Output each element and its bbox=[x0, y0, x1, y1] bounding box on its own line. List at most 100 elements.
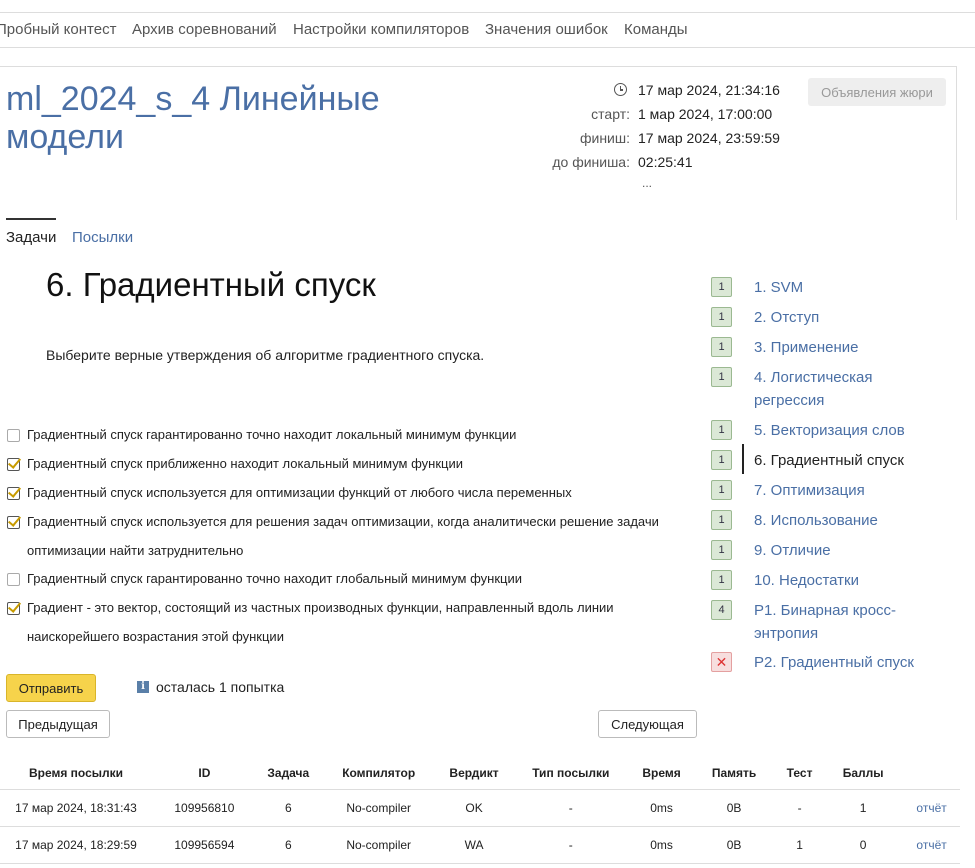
option-label[interactable]: Градиент - это вектор, состоящий из част… bbox=[27, 593, 677, 651]
col-id: ID bbox=[198, 766, 211, 780]
current-problem-marker bbox=[742, 444, 744, 474]
problem-link[interactable]: 2. Отступ bbox=[754, 306, 954, 329]
nav-error-codes[interactable]: Значения ошибок bbox=[485, 21, 608, 38]
cell-task: 6 bbox=[256, 826, 320, 864]
col-submit-time: Время посылки bbox=[28, 766, 124, 780]
cell-score: 1 bbox=[823, 789, 904, 827]
active-tab-indicator bbox=[6, 218, 56, 220]
checkbox-checked[interactable] bbox=[7, 602, 20, 615]
cell-submit-time: 17 мар 2024, 18:31:43 bbox=[0, 789, 152, 827]
problem-link[interactable]: P1. Бинарная кросс-энтропия bbox=[754, 599, 954, 645]
problem-link[interactable]: P2. Градиентный спуск bbox=[754, 651, 954, 674]
score-badge: 1 bbox=[711, 480, 732, 500]
option-label[interactable]: Градиентный спуск гарантированно точно н… bbox=[27, 420, 677, 449]
table-header-row: Время посылки ID Задача Компилятор Верди… bbox=[0, 757, 960, 790]
cell-memory: 0B bbox=[692, 826, 777, 864]
score-badge: 1 bbox=[711, 307, 732, 327]
submissions-table: Время посылки ID Задача Компилятор Верди… bbox=[0, 757, 960, 864]
nav-teams[interactable]: Команды bbox=[624, 21, 688, 38]
cell-task: 6 bbox=[256, 789, 320, 827]
checkbox-unchecked[interactable] bbox=[7, 573, 20, 586]
problem-link[interactable]: 6. Градиентный спуск bbox=[754, 449, 954, 472]
more-ellipsis[interactable]: ... bbox=[642, 176, 652, 190]
checkbox-checked[interactable] bbox=[7, 516, 20, 529]
score-badge: 1 bbox=[711, 450, 732, 470]
tab-problems[interactable]: Задачи bbox=[6, 229, 56, 246]
table-row: 17 мар 2024, 18:29:59 109956594 6 No-com… bbox=[0, 826, 960, 864]
col-submission-type: Тип посылки bbox=[532, 766, 610, 780]
cell-test: - bbox=[776, 789, 824, 827]
cell-compiler: No-compiler bbox=[319, 826, 438, 864]
contest-title: ml_2024_s_4 Линейные модели bbox=[6, 80, 380, 156]
score-badge: 1 bbox=[711, 367, 732, 387]
problem-link[interactable]: 3. Применение bbox=[754, 336, 954, 359]
problem-description: Выберите верные утверждения об алгоритме… bbox=[46, 347, 485, 363]
problem-link[interactable]: 8. Использование bbox=[754, 509, 954, 532]
checkbox-unchecked[interactable] bbox=[7, 429, 20, 442]
checkbox-checked[interactable] bbox=[7, 487, 20, 500]
info-icon: i bbox=[137, 681, 149, 693]
jury-announcements-button[interactable]: Объявления жюри bbox=[808, 78, 946, 106]
cell-test: 1 bbox=[776, 826, 824, 864]
checkbox-checked[interactable] bbox=[7, 458, 20, 471]
current-time: 17 мар 2024, 21:34:16 bbox=[638, 82, 780, 98]
table-row: 17 мар 2024, 18:31:43 109956810 6 No-com… bbox=[0, 789, 960, 827]
problem-link[interactable]: 10. Недостатки bbox=[754, 569, 954, 592]
cell-submit-time: 17 мар 2024, 18:29:59 bbox=[0, 826, 152, 864]
top-navigation: Пробный контест Архив соревнований Настр… bbox=[0, 12, 975, 48]
problem-title: 6. Градиентный спуск bbox=[46, 266, 376, 303]
score-badge: 1 bbox=[711, 570, 732, 590]
nav-trial-contest[interactable]: Пробный контест bbox=[0, 21, 116, 38]
time-left-label: до финиша: bbox=[552, 154, 630, 170]
score-badge: 1 bbox=[711, 420, 732, 440]
next-problem-button[interactable]: Следующая bbox=[598, 710, 697, 738]
cell-memory: 0B bbox=[692, 789, 777, 827]
finish-time: 17 мар 2024, 23:59:59 bbox=[638, 130, 780, 146]
cell-submission-type: - bbox=[510, 826, 632, 864]
problem-link[interactable]: 1. SVM bbox=[754, 276, 954, 299]
option-label[interactable]: Градиентный спуск гарантированно точно н… bbox=[27, 564, 677, 593]
time-left: 02:25:41 bbox=[638, 154, 693, 170]
score-badge: 1 bbox=[711, 277, 732, 297]
option-label[interactable]: Градиентный спуск приближенно находит ло… bbox=[27, 449, 677, 478]
clock-icon bbox=[614, 83, 627, 96]
option-label[interactable]: Градиентный спуск используется для решен… bbox=[27, 507, 677, 565]
col-memory: Память bbox=[711, 766, 757, 780]
col-compiler: Компилятор bbox=[342, 766, 416, 780]
submit-button[interactable]: Отправить bbox=[6, 674, 96, 702]
col-report bbox=[903, 757, 960, 790]
cell-submission-type: - bbox=[510, 789, 632, 827]
report-link[interactable]: отчёт bbox=[916, 838, 946, 852]
col-verdict: Вердикт bbox=[449, 766, 499, 780]
cell-score: 0 bbox=[823, 826, 904, 864]
col-test: Тест bbox=[786, 766, 813, 780]
problem-link[interactable]: 7. Оптимизация bbox=[754, 479, 954, 502]
attempts-remaining: осталась 1 попытка bbox=[156, 679, 285, 695]
report-link[interactable]: отчёт bbox=[916, 801, 946, 815]
problem-link[interactable]: 5. Векторизация слов bbox=[754, 419, 954, 442]
option-label[interactable]: Градиентный спуск используется для оптим… bbox=[27, 478, 677, 507]
failed-badge: ✕ bbox=[711, 652, 732, 672]
cell-verdict: OK bbox=[437, 789, 511, 827]
problem-link[interactable]: 4. Логистическая регрессия bbox=[754, 366, 954, 412]
start-time: 1 мар 2024, 17:00:00 bbox=[638, 106, 773, 122]
cell-compiler: No-compiler bbox=[319, 789, 438, 827]
cell-id: 109956810 bbox=[151, 789, 257, 827]
col-run-time: Время bbox=[642, 766, 681, 780]
col-task: Задача bbox=[267, 766, 310, 780]
score-badge: 1 bbox=[711, 337, 732, 357]
score-badge: 1 bbox=[711, 510, 732, 530]
cell-run-time: 0ms bbox=[631, 826, 693, 864]
previous-problem-button[interactable]: Предыдущая bbox=[6, 710, 110, 738]
start-label: старт: bbox=[591, 106, 630, 122]
score-badge: 4 bbox=[711, 600, 732, 620]
cell-run-time: 0ms bbox=[631, 789, 693, 827]
cell-id: 109956594 bbox=[151, 826, 257, 864]
tab-submissions[interactable]: Посылки bbox=[72, 229, 133, 246]
nav-compiler-settings[interactable]: Настройки компиляторов bbox=[293, 21, 469, 38]
finish-label: финиш: bbox=[579, 130, 630, 146]
col-score: Баллы bbox=[842, 766, 884, 780]
problem-link[interactable]: 9. Отличие bbox=[754, 539, 954, 562]
nav-archive[interactable]: Архив соревнований bbox=[132, 21, 277, 38]
score-badge: 1 bbox=[711, 540, 732, 560]
